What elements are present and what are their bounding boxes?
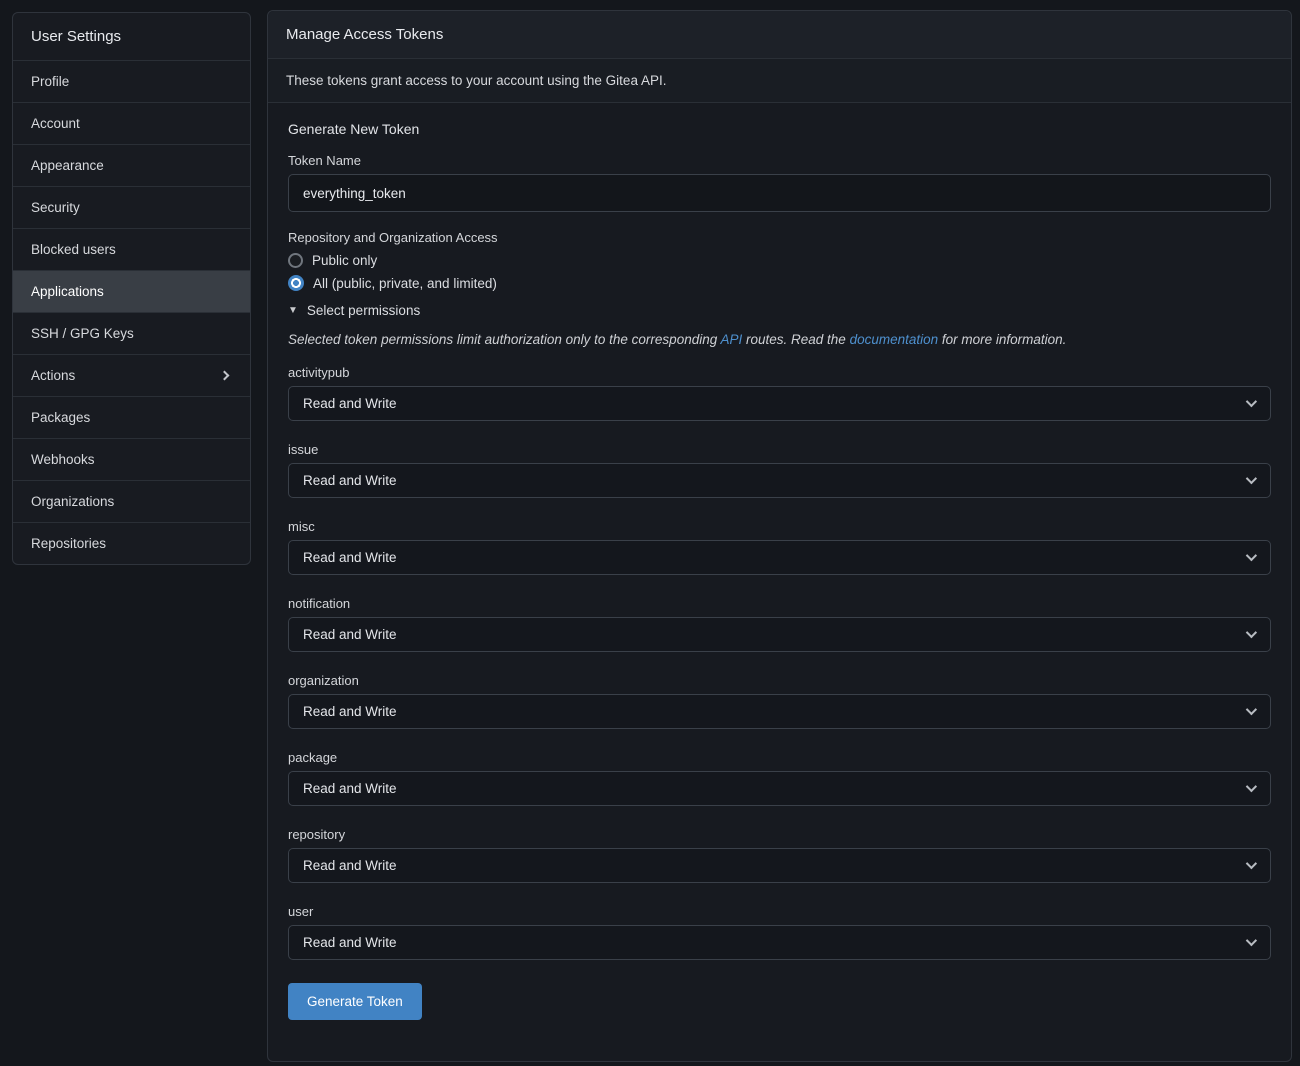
chevron-down-icon [1246, 935, 1257, 946]
settings-sidebar: User Settings Profile Account Appearance… [12, 12, 251, 565]
page: User Settings Profile Account Appearance… [0, 0, 1300, 1066]
generate-token-form: Generate New Token Token Name Repository… [268, 103, 1291, 1038]
scope-select-organization[interactable]: Read and Write [288, 694, 1271, 729]
scope-label-user: user [288, 904, 1271, 919]
scope-label-activitypub: activitypub [288, 365, 1271, 380]
chevron-down-icon [1246, 704, 1257, 715]
sidebar-item-profile[interactable]: Profile [13, 60, 250, 102]
sidebar-item-label: Profile [31, 74, 69, 89]
scope-select-value: Read and Write [303, 473, 397, 488]
scope-select-value: Read and Write [303, 935, 397, 950]
api-link[interactable]: API [720, 332, 742, 347]
sidebar-item-actions[interactable]: Actions [13, 354, 250, 396]
sidebar-item-repositories[interactable]: Repositories [13, 522, 250, 564]
sidebar-item-label: Blocked users [31, 242, 116, 257]
sidebar-item-security[interactable]: Security [13, 186, 250, 228]
sidebar-item-label: Security [31, 200, 80, 215]
note-text: routes. Read the [742, 332, 849, 347]
form-heading: Generate New Token [288, 121, 1271, 137]
select-permissions-label: Select permissions [307, 303, 420, 318]
panel-title: Manage Access Tokens [268, 11, 1291, 59]
scope-label-misc: misc [288, 519, 1271, 534]
scope-select-value: Read and Write [303, 781, 397, 796]
scope-select-issue[interactable]: Read and Write [288, 463, 1271, 498]
scope-label-issue: issue [288, 442, 1271, 457]
scope-select-value: Read and Write [303, 704, 397, 719]
sidebar-item-label: Applications [31, 284, 104, 299]
token-name-input[interactable] [288, 174, 1271, 212]
chevron-down-icon [1246, 396, 1257, 407]
sidebar-item-label: Actions [31, 368, 75, 383]
scope-select-notification[interactable]: Read and Write [288, 617, 1271, 652]
radio-public-only[interactable]: Public only [288, 253, 1271, 268]
sidebar-item-applications[interactable]: Applications [13, 270, 250, 312]
scope-select-user[interactable]: Read and Write [288, 925, 1271, 960]
sidebar-item-account[interactable]: Account [13, 102, 250, 144]
chevron-down-icon [1246, 627, 1257, 638]
scope-select-repository[interactable]: Read and Write [288, 848, 1271, 883]
generate-token-button[interactable]: Generate Token [288, 983, 422, 1020]
note-text: Selected token permissions limit authori… [288, 332, 720, 347]
scope-label-package: package [288, 750, 1271, 765]
panel-description: These tokens grant access to your accoun… [268, 59, 1291, 103]
access-scope-label: Repository and Organization Access [288, 230, 1271, 245]
radio-all-access[interactable]: All (public, private, and limited) [288, 275, 1271, 291]
scope-select-misc[interactable]: Read and Write [288, 540, 1271, 575]
scope-select-value: Read and Write [303, 627, 397, 642]
sidebar-item-label: Packages [31, 410, 90, 425]
triangle-down-icon: ▼ [288, 305, 298, 316]
note-text: for more information. [938, 332, 1066, 347]
sidebar-item-blocked-users[interactable]: Blocked users [13, 228, 250, 270]
radio-icon [288, 253, 303, 268]
radio-label: All (public, private, and limited) [313, 276, 497, 291]
sidebar-item-label: Webhooks [31, 452, 95, 467]
sidebar-item-organizations[interactable]: Organizations [13, 480, 250, 522]
scope-label-repository: repository [288, 827, 1271, 842]
radio-checked-icon [288, 275, 304, 291]
select-permissions-toggle[interactable]: ▼ Select permissions [288, 303, 1271, 318]
chevron-right-icon [220, 371, 230, 381]
documentation-link[interactable]: documentation [850, 332, 939, 347]
sidebar-item-appearance[interactable]: Appearance [13, 144, 250, 186]
sidebar-title: User Settings [13, 13, 250, 60]
chevron-down-icon [1246, 858, 1257, 869]
sidebar-item-label: Repositories [31, 536, 106, 551]
sidebar-item-webhooks[interactable]: Webhooks [13, 438, 250, 480]
sidebar-item-label: Account [31, 116, 80, 131]
sidebar-item-label: SSH / GPG Keys [31, 326, 134, 341]
scope-select-package[interactable]: Read and Write [288, 771, 1271, 806]
manage-access-tokens-panel: Manage Access Tokens These tokens grant … [267, 10, 1292, 1062]
chevron-down-icon [1246, 550, 1257, 561]
scope-label-notification: notification [288, 596, 1271, 611]
sidebar-item-ssh-gpg-keys[interactable]: SSH / GPG Keys [13, 312, 250, 354]
scope-select-value: Read and Write [303, 858, 397, 873]
scope-label-organization: organization [288, 673, 1271, 688]
chevron-down-icon [1246, 781, 1257, 792]
token-name-label: Token Name [288, 153, 1271, 168]
sidebar-item-label: Appearance [31, 158, 104, 173]
radio-label: Public only [312, 253, 377, 268]
scope-select-value: Read and Write [303, 550, 397, 565]
sidebar-item-packages[interactable]: Packages [13, 396, 250, 438]
permissions-note: Selected token permissions limit authori… [288, 332, 1271, 347]
scope-select-activitypub[interactable]: Read and Write [288, 386, 1271, 421]
chevron-down-icon [1246, 473, 1257, 484]
scope-select-value: Read and Write [303, 396, 397, 411]
sidebar-item-label: Organizations [31, 494, 114, 509]
